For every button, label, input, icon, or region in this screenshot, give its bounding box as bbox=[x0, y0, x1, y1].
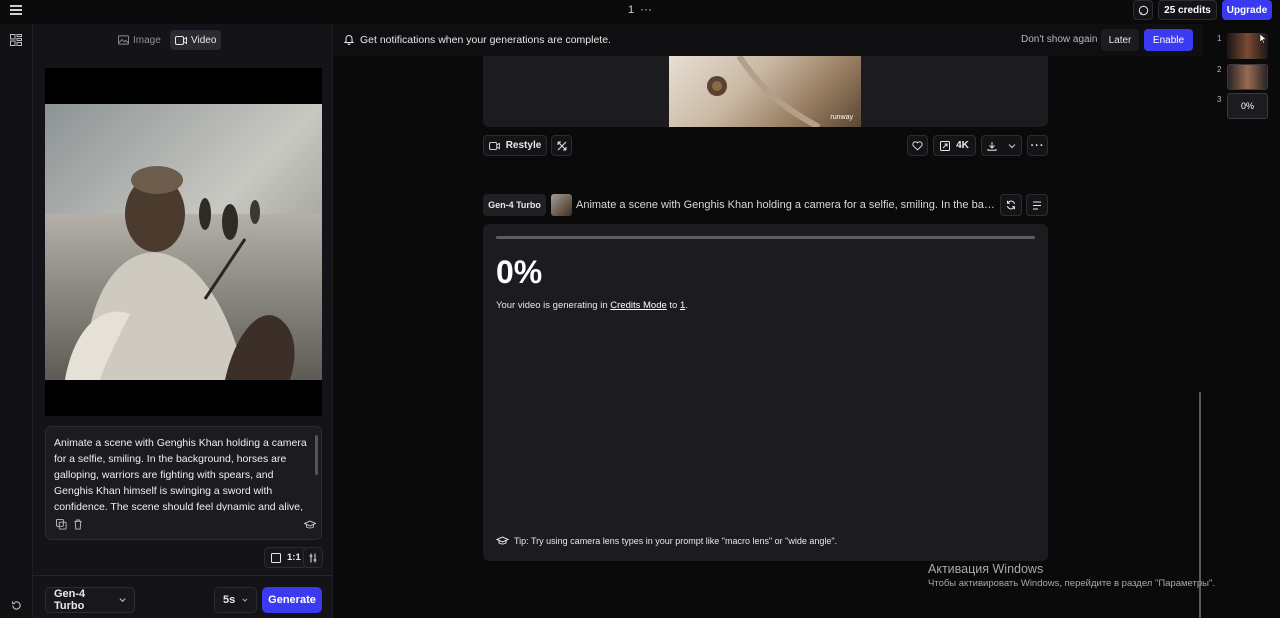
refresh-icon bbox=[1007, 200, 1015, 210]
aspect-ratio-label: 1:1 bbox=[287, 552, 301, 563]
thumbnail-3-progress: 0% bbox=[1240, 101, 1254, 111]
credits-button[interactable]: 25 credits bbox=[1158, 0, 1217, 20]
page-number: 1 bbox=[628, 4, 635, 16]
windows-activation-subtitle: Чтобы активировать Windows, перейдите в … bbox=[928, 578, 1215, 589]
chevron-down-icon bbox=[242, 598, 248, 602]
upscale-icon bbox=[940, 140, 951, 151]
model-select-label: Gen-4 Turbo bbox=[54, 588, 86, 612]
download-icon bbox=[987, 141, 997, 151]
more-icon: ··· bbox=[1030, 139, 1045, 152]
thumbnail-number: 1 bbox=[1217, 34, 1222, 43]
thumbnail-2[interactable] bbox=[1227, 64, 1268, 90]
restyle-button[interactable]: Restyle bbox=[483, 135, 547, 156]
video-icon bbox=[488, 141, 500, 150]
favorite-button[interactable] bbox=[907, 135, 928, 156]
heart-icon bbox=[912, 140, 923, 150]
prompt-scrollbar[interactable] bbox=[315, 435, 318, 475]
cursor-icon bbox=[1260, 34, 1267, 44]
progress-bar bbox=[496, 236, 1035, 239]
list-icon bbox=[1033, 201, 1041, 209]
details-button[interactable] bbox=[1026, 194, 1048, 216]
copy-icon[interactable] bbox=[56, 519, 67, 530]
rerun-button[interactable] bbox=[1000, 194, 1022, 216]
status-prefix: Your video is generating in bbox=[496, 300, 611, 311]
enable-button[interactable]: Enable bbox=[1144, 29, 1193, 51]
output-thumbnails: 1 2 3 0% bbox=[1199, 24, 1280, 618]
prompt-text[interactable]: Animate a scene with Genghis Khan holdin… bbox=[54, 435, 312, 511]
prompt-preview[interactable]: Animate a scene with Genghis Khan holdin… bbox=[576, 199, 996, 211]
settings-button[interactable] bbox=[303, 547, 323, 568]
sliders-icon bbox=[309, 553, 317, 562]
prompt-input[interactable]: Animate a scene with Genghis Khan holdin… bbox=[45, 426, 322, 540]
upgrade-button[interactable]: Upgrade bbox=[1222, 0, 1272, 20]
thumbnail-number: 3 bbox=[1217, 95, 1222, 104]
top-bar: 1 ··· 25 credits Upgrade bbox=[0, 0, 1280, 24]
panel-divider bbox=[33, 575, 333, 576]
left-rail bbox=[0, 24, 33, 618]
more-options-icon[interactable]: ··· bbox=[640, 2, 652, 16]
thumbnail-number: 2 bbox=[1217, 65, 1222, 74]
chevron-down-icon bbox=[119, 598, 126, 603]
previous-output-card[interactable]: runway bbox=[483, 56, 1048, 127]
tab-image[interactable]: Image bbox=[113, 30, 166, 50]
restyle-label: Restyle bbox=[505, 140, 542, 151]
windows-activation-title: Активация Windows bbox=[928, 562, 1044, 576]
upscale-label: 4K bbox=[956, 140, 969, 151]
generation-panel: Image Video Animate a scene with Genghis… bbox=[33, 24, 333, 618]
grid-icon[interactable] bbox=[10, 34, 22, 46]
watermark: runway bbox=[830, 114, 853, 121]
expand-icon bbox=[557, 141, 566, 150]
model-badge: Gen-4 Turbo bbox=[483, 194, 546, 216]
status-mid: to bbox=[666, 300, 680, 311]
notification-banner: Get notifications when your generations … bbox=[333, 24, 1203, 56]
aspect-ratio-button[interactable]: 1:1 bbox=[264, 547, 308, 568]
aspect-square-icon bbox=[271, 552, 281, 563]
tab-image-label: Image bbox=[133, 34, 161, 46]
progress-percentage: 0% bbox=[496, 254, 543, 290]
video-icon bbox=[175, 35, 187, 45]
menu-icon[interactable] bbox=[10, 5, 22, 17]
chat-icon bbox=[1138, 5, 1148, 15]
progress-fill bbox=[496, 236, 1035, 239]
credits-mode-link[interactable]: Credits Mode bbox=[610, 300, 667, 311]
model-select[interactable]: Gen-4 Turbo bbox=[45, 587, 135, 613]
thumbnail-3[interactable]: 0% bbox=[1227, 93, 1268, 119]
dont-show-again-button[interactable]: Don't show again bbox=[1021, 34, 1097, 45]
more-options-button[interactable]: ··· bbox=[1027, 135, 1048, 156]
expand-button[interactable] bbox=[551, 135, 572, 156]
image-icon bbox=[118, 35, 129, 45]
history-icon[interactable] bbox=[11, 600, 22, 611]
tab-video-label: Video bbox=[191, 34, 217, 46]
upscale-4k-button[interactable]: 4K bbox=[933, 135, 976, 156]
previous-output-image: runway bbox=[669, 56, 861, 127]
notification-text: Get notifications when your generations … bbox=[360, 34, 611, 46]
duration-select-label: 5s bbox=[223, 594, 236, 606]
prompt-thumbnail[interactable] bbox=[551, 194, 572, 216]
generate-button[interactable]: Generate bbox=[262, 587, 322, 613]
generation-progress-card: 0% Your video is generating in Credits M… bbox=[483, 224, 1048, 561]
duration-select[interactable]: 5s bbox=[214, 587, 257, 613]
main-feed: runway Restyle 4K ··· Gen-4 Turbo Animat… bbox=[333, 24, 1203, 618]
download-button[interactable] bbox=[981, 135, 1022, 156]
trash-icon[interactable] bbox=[73, 519, 83, 530]
graduation-cap-icon bbox=[496, 536, 509, 545]
chat-button[interactable] bbox=[1133, 0, 1153, 20]
tip: Tip: Try using camera lens types in your… bbox=[496, 536, 837, 546]
tab-video[interactable]: Video bbox=[170, 30, 222, 50]
chevron-down-icon bbox=[1008, 143, 1016, 148]
status-suffix: . bbox=[685, 300, 688, 311]
input-image-preview[interactable] bbox=[45, 68, 322, 416]
prompt-guide-icon[interactable] bbox=[304, 520, 316, 530]
reference-image bbox=[45, 104, 322, 380]
bell-icon bbox=[344, 35, 354, 45]
later-button[interactable]: Later bbox=[1101, 29, 1139, 51]
tip-text: Tip: Try using camera lens types in your… bbox=[514, 536, 838, 546]
generation-status: Your video is generating in Credits Mode… bbox=[496, 300, 688, 311]
